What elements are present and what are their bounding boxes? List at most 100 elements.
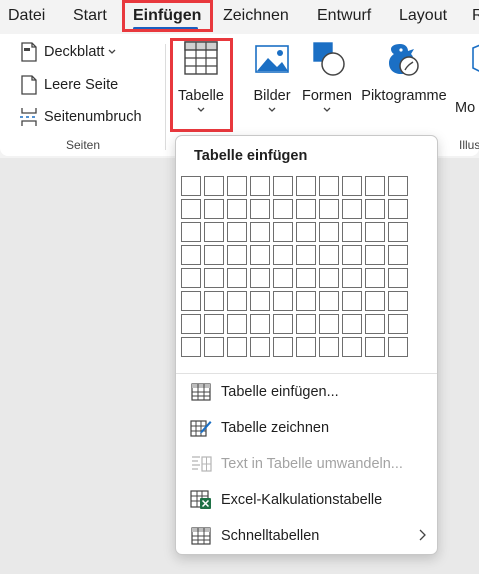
table-grid-cell[interactable] <box>204 291 224 311</box>
table-grid-cell[interactable] <box>181 314 201 334</box>
table-grid-cell[interactable] <box>342 245 362 265</box>
table-grid-cell[interactable] <box>227 176 247 196</box>
table-grid-cell[interactable] <box>227 337 247 357</box>
formen-button[interactable]: Formen <box>302 40 352 114</box>
seitenumbruch-button[interactable]: Seitenumbruch <box>18 105 142 129</box>
table-grid-cell[interactable] <box>250 245 270 265</box>
menu-item-draw-table[interactable]: Tabelle zeichnen <box>176 411 437 445</box>
table-grid-cell[interactable] <box>296 222 316 242</box>
table-grid-cell[interactable] <box>273 222 293 242</box>
table-grid-cell[interactable] <box>181 222 201 242</box>
table-grid-cell[interactable] <box>296 291 316 311</box>
table-grid-cell[interactable] <box>227 222 247 242</box>
table-grid-cell[interactable] <box>250 199 270 219</box>
tab-entwurf[interactable]: Entwurf <box>317 7 371 25</box>
table-grid-cell[interactable] <box>204 245 224 265</box>
table-grid-cell[interactable] <box>342 314 362 334</box>
table-grid-cell[interactable] <box>342 176 362 196</box>
table-grid-cell[interactable] <box>204 314 224 334</box>
menu-item-convert-text[interactable]: Text in Tabelle umwandeln... <box>176 447 437 481</box>
table-grid-cell[interactable] <box>250 268 270 288</box>
table-grid-cell[interactable] <box>227 268 247 288</box>
table-grid-cell[interactable] <box>342 199 362 219</box>
table-grid-cell[interactable] <box>296 199 316 219</box>
table-grid-cell[interactable] <box>342 291 362 311</box>
table-grid-cell[interactable] <box>273 337 293 357</box>
table-grid-cell[interactable] <box>319 176 339 196</box>
table-grid-cell[interactable] <box>204 176 224 196</box>
table-grid-cell[interactable] <box>181 337 201 357</box>
table-grid-cell[interactable] <box>388 337 408 357</box>
tab-einfuegen[interactable]: Einfügen <box>133 7 201 25</box>
table-grid-cell[interactable] <box>388 245 408 265</box>
table-grid-cell[interactable] <box>181 245 201 265</box>
table-grid-cell[interactable] <box>388 199 408 219</box>
table-grid-cell[interactable] <box>388 176 408 196</box>
bilder-button[interactable]: Bilder <box>251 40 293 114</box>
table-grid-cell[interactable] <box>204 222 224 242</box>
table-grid-cell[interactable] <box>296 176 316 196</box>
table-grid-cell[interactable] <box>388 268 408 288</box>
table-grid-cell[interactable] <box>365 268 385 288</box>
table-grid-cell[interactable] <box>388 314 408 334</box>
table-grid-cell[interactable] <box>365 222 385 242</box>
tab-references[interactable]: R <box>472 7 479 25</box>
tab-layout[interactable]: Layout <box>399 7 447 25</box>
table-grid-cell[interactable] <box>204 337 224 357</box>
leere-seite-button[interactable]: Leere Seite <box>18 73 118 97</box>
menu-item-insert-table[interactable]: Tabelle einfügen... <box>176 375 437 409</box>
table-grid-cell[interactable] <box>296 245 316 265</box>
tab-zeichnen[interactable]: Zeichnen <box>223 7 289 25</box>
table-grid-cell[interactable] <box>273 291 293 311</box>
table-grid-cell[interactable] <box>227 245 247 265</box>
table-grid-cell[interactable] <box>365 314 385 334</box>
table-grid-cell[interactable] <box>342 337 362 357</box>
table-grid-cell[interactable] <box>227 291 247 311</box>
table-grid-cell[interactable] <box>319 291 339 311</box>
3d-models-button[interactable]: Mo <box>455 40 479 116</box>
table-grid-cell[interactable] <box>319 314 339 334</box>
table-grid-cell[interactable] <box>365 337 385 357</box>
table-grid-cell[interactable] <box>250 222 270 242</box>
table-grid-cell[interactable] <box>296 337 316 357</box>
table-grid-cell[interactable] <box>204 199 224 219</box>
table-grid-cell[interactable] <box>319 245 339 265</box>
tab-start[interactable]: Start <box>73 7 107 25</box>
table-grid-cell[interactable] <box>365 245 385 265</box>
table-grid-cell[interactable] <box>181 199 201 219</box>
table-grid-cell[interactable] <box>365 199 385 219</box>
table-grid-cell[interactable] <box>250 337 270 357</box>
table-grid-cell[interactable] <box>181 291 201 311</box>
tabelle-button[interactable]: Tabelle <box>176 40 226 114</box>
table-grid-cell[interactable] <box>365 291 385 311</box>
menu-item-quick-tables[interactable]: Schnelltabellen <box>176 519 437 553</box>
table-grid-cell[interactable] <box>319 337 339 357</box>
tab-datei[interactable]: Datei <box>8 7 45 25</box>
table-grid-cell[interactable] <box>227 199 247 219</box>
table-grid-cell[interactable] <box>181 176 201 196</box>
table-grid-cell[interactable] <box>273 314 293 334</box>
table-grid-cell[interactable] <box>250 291 270 311</box>
table-grid-cell[interactable] <box>319 222 339 242</box>
table-grid-cell[interactable] <box>365 176 385 196</box>
piktogramme-button[interactable]: Piktogramme <box>359 40 449 104</box>
table-grid-cell[interactable] <box>273 199 293 219</box>
table-grid-cell[interactable] <box>273 245 293 265</box>
table-grid-cell[interactable] <box>342 222 362 242</box>
menu-item-excel-spreadsheet[interactable]: Excel-Kalkulationstabelle <box>176 483 437 517</box>
table-grid-cell[interactable] <box>273 176 293 196</box>
table-grid-cell[interactable] <box>250 314 270 334</box>
table-grid-cell[interactable] <box>181 268 201 288</box>
table-grid-cell[interactable] <box>227 314 247 334</box>
table-grid-cell[interactable] <box>319 268 339 288</box>
table-grid-cell[interactable] <box>250 176 270 196</box>
table-grid-cell[interactable] <box>273 268 293 288</box>
table-grid-cell[interactable] <box>204 268 224 288</box>
table-grid-cell[interactable] <box>319 199 339 219</box>
table-grid-cell[interactable] <box>388 222 408 242</box>
table-grid-cell[interactable] <box>342 268 362 288</box>
table-grid-cell[interactable] <box>296 268 316 288</box>
table-grid-cell[interactable] <box>296 314 316 334</box>
deckblatt-button[interactable]: Deckblatt <box>18 40 117 64</box>
table-grid-cell[interactable] <box>388 291 408 311</box>
